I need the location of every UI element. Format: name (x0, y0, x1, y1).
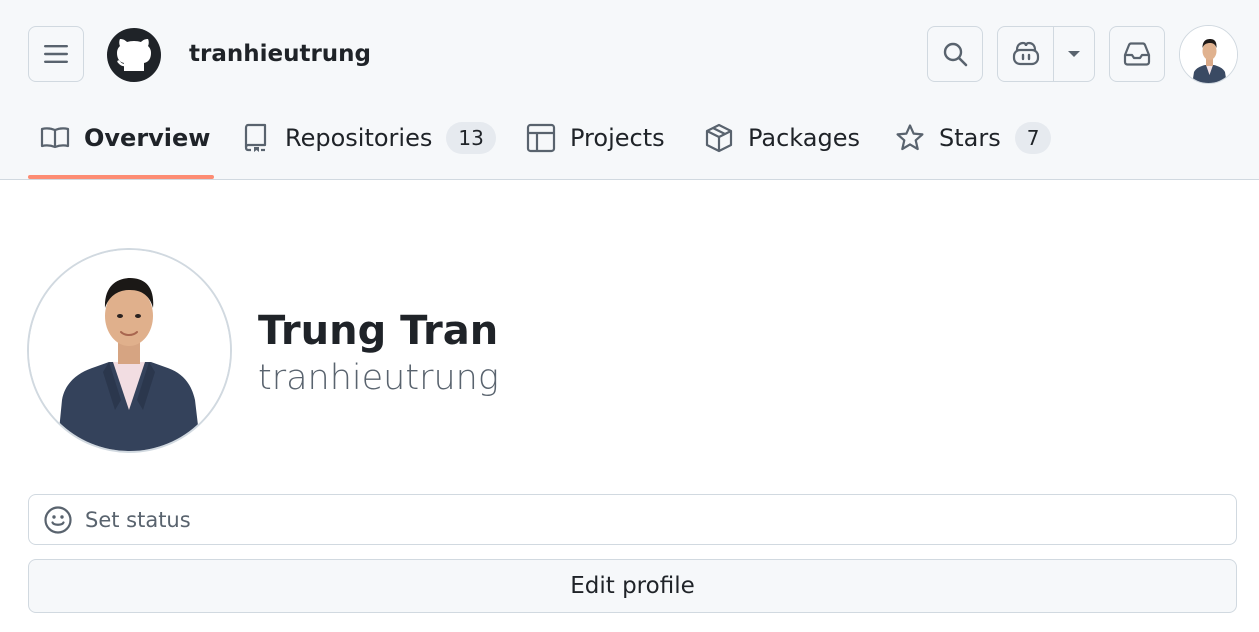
copilot-button[interactable] (998, 27, 1054, 81)
tab-label: Projects (570, 124, 665, 152)
github-logo-icon[interactable] (106, 27, 162, 83)
profile-full-name: Trung Tran (258, 308, 499, 354)
smiley-icon (44, 505, 72, 534)
copilot-dropdown-button[interactable] (1054, 27, 1094, 81)
repositories-count-badge: 13 (446, 122, 496, 154)
inbox-icon (1123, 42, 1151, 66)
set-status-label: Set status (85, 507, 191, 532)
triangle-down-icon (1068, 51, 1080, 57)
active-tab-indicator (28, 175, 214, 179)
copilot-button-group (997, 26, 1095, 82)
menu-button[interactable] (28, 26, 84, 82)
tab-stars[interactable]: Stars 7 (895, 108, 1052, 168)
profile-avatar[interactable] (27, 248, 232, 453)
star-icon (895, 123, 925, 153)
set-status-button[interactable]: Set status (28, 494, 1237, 545)
tab-repositories[interactable]: Repositories 13 (241, 108, 496, 168)
repo-icon (241, 123, 271, 153)
tab-label: Packages (748, 124, 860, 152)
tab-packages[interactable]: Packages (704, 108, 860, 168)
hamburger-icon (44, 45, 68, 63)
inbox-button[interactable] (1109, 26, 1165, 82)
package-icon (704, 123, 734, 153)
tab-overview[interactable]: Overview (40, 108, 210, 168)
profile-login: tranhieutrung (258, 358, 499, 398)
stars-count-badge: 7 (1014, 122, 1052, 154)
user-avatar[interactable] (1179, 25, 1238, 84)
edit-profile-label: Edit profile (570, 573, 695, 599)
book-icon (40, 123, 70, 153)
copilot-icon (1012, 41, 1039, 66)
tab-label: Overview (84, 124, 211, 152)
tab-label: Repositories (285, 124, 433, 152)
edit-profile-button[interactable]: Edit profile (28, 559, 1237, 613)
tab-label: Stars (939, 124, 1001, 152)
search-button[interactable] (927, 26, 983, 82)
search-icon (943, 42, 968, 67)
header-username[interactable]: tranhieutrung (189, 38, 371, 70)
table-icon (526, 123, 556, 153)
tab-projects[interactable]: Projects (526, 108, 665, 168)
